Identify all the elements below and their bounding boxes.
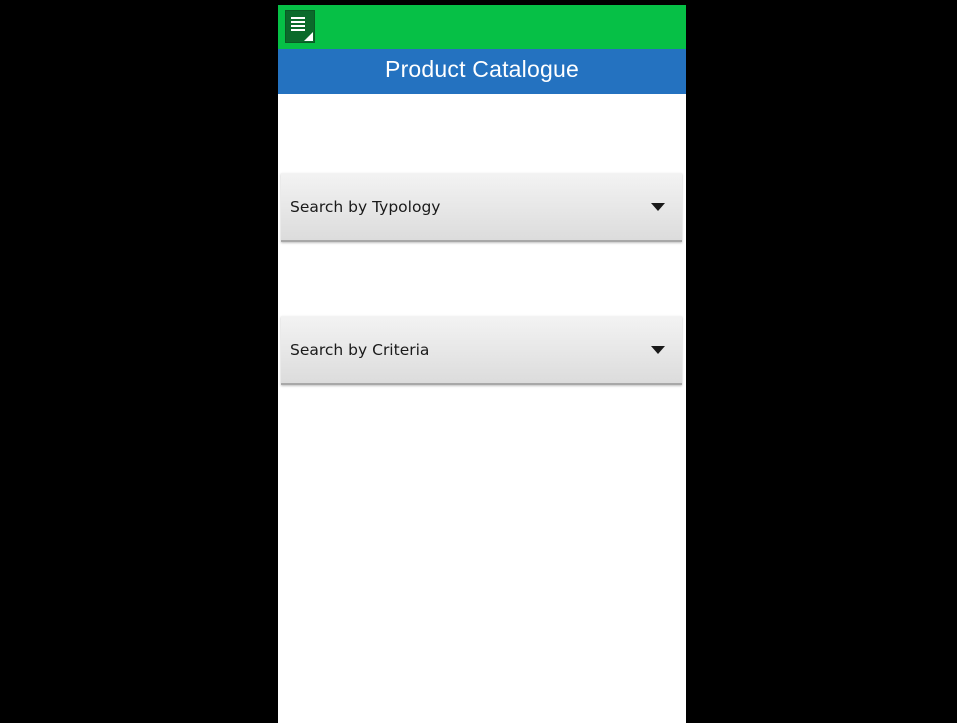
title-bar: Product Catalogue (278, 49, 686, 94)
phone-screen: Product Catalogue Search by Typology Sea… (278, 5, 686, 723)
dropdown-arrow-icon (651, 202, 665, 211)
status-bar (278, 5, 686, 49)
criteria-dropdown[interactable]: Search by Criteria (281, 316, 682, 385)
page-title: Product Catalogue (385, 56, 579, 82)
notes-app-icon[interactable] (285, 10, 315, 43)
criteria-dropdown-label: Search by Criteria (290, 340, 430, 359)
typology-dropdown-label: Search by Typology (290, 197, 441, 216)
typology-dropdown[interactable]: Search by Typology (281, 173, 682, 242)
dropdown-arrow-icon (651, 345, 665, 354)
